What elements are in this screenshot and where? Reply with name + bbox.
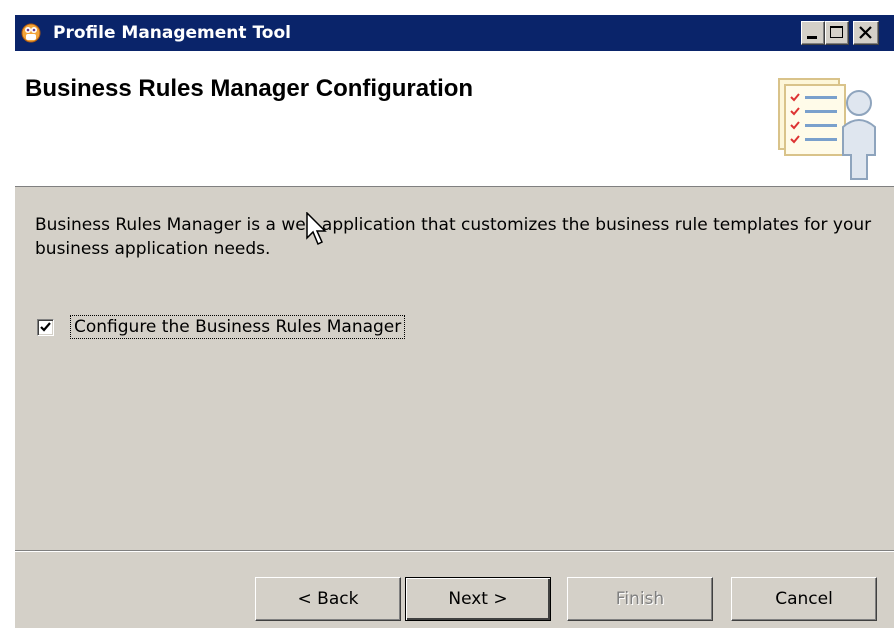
checklist-person-icon: [778, 78, 876, 180]
window-title: Profile Management Tool: [53, 23, 291, 43]
dialog-window: Profile Management Tool Business Rules M…: [14, 14, 894, 628]
configure-brm-label[interactable]: Configure the Business Rules Manager: [69, 315, 406, 339]
back-button[interactable]: < Back: [255, 577, 401, 621]
mouse-cursor-icon: [306, 212, 327, 246]
maximize-icon: [830, 26, 843, 38]
description-text: Business Rules Manager is a web applicat…: [35, 215, 872, 259]
profile-tool-icon: [21, 23, 41, 43]
finish-button[interactable]: Finish: [567, 577, 713, 621]
configure-brm-checkbox[interactable]: [37, 319, 54, 336]
maximize-button[interactable]: [825, 21, 849, 45]
minimize-button[interactable]: [801, 21, 825, 45]
close-icon: [859, 26, 872, 39]
wizard-header: Business Rules Manager Configuration: [15, 51, 894, 187]
title-bar[interactable]: Profile Management Tool: [15, 15, 894, 51]
minimize-icon: [807, 36, 817, 39]
page-title: Business Rules Manager Configuration: [25, 75, 474, 102]
footer-separator: [15, 550, 894, 552]
cancel-button[interactable]: Cancel: [731, 577, 877, 621]
next-button[interactable]: Next >: [405, 577, 551, 621]
checkmark-icon: [40, 322, 51, 332]
close-button[interactable]: [853, 21, 879, 45]
